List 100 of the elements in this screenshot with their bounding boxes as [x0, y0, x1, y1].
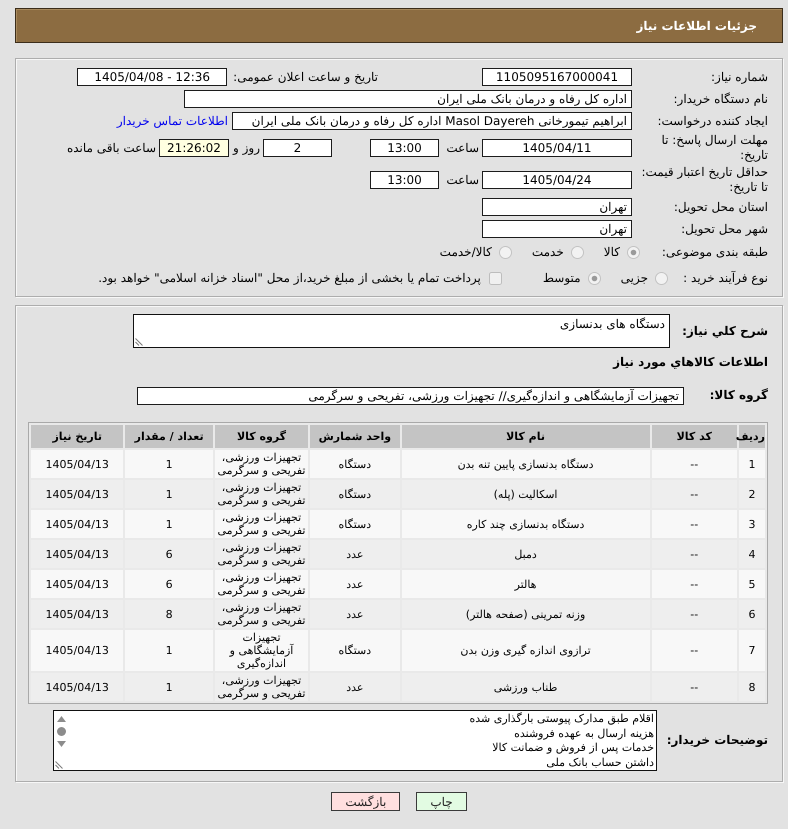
- field-label: مهلت ارسال پاسخ: تا تاریخ:: [660, 133, 768, 163]
- row-number-cell: 3: [738, 510, 765, 538]
- row-number-cell: 6: [738, 600, 765, 628]
- field-label: شهر محل تحویل:: [680, 222, 768, 236]
- item-name-cell: هالتر: [402, 570, 650, 598]
- note-line: داشتن حساب بانک ملی: [545, 756, 654, 770]
- contact-info-link[interactable]: اطلاعات تماس خریدار: [116, 114, 228, 128]
- note-line: هزینه ارسال به عهده فروشنده: [513, 726, 654, 741]
- days-label: روز و: [232, 141, 260, 155]
- time-label: ساعت: [445, 173, 479, 187]
- field-label: ایجاد کننده درخواست:: [656, 114, 768, 128]
- column-header: کد کالا: [652, 425, 737, 448]
- field-label: توضیحات خریدار:: [666, 733, 768, 748]
- quantity-cell: 6: [125, 570, 213, 598]
- item-group-cell: تجهیزات ورزشی، تفریحی و سرگرمی: [214, 450, 308, 478]
- field-label: نوع فرآیند خرید :: [682, 270, 768, 286]
- item-name-cell: دستگاه بدنسازی پایین تنه بدن: [402, 450, 650, 478]
- scroll-up-icon[interactable]: [57, 716, 66, 722]
- deadline-time-field: 13:00: [370, 139, 439, 157]
- buyer-name-field: اداره کل رفاه و درمان بانک ملی ایران: [184, 90, 632, 108]
- description-field[interactable]: دستگاه های بدنسازی: [133, 314, 670, 348]
- item-name-cell: دمبل: [402, 540, 650, 568]
- print-button[interactable]: چاپ: [416, 792, 467, 811]
- item-group-cell: تجهیزات ورزشی، تفریحی و سرگرمی: [214, 540, 308, 568]
- scroll-down-icon[interactable]: [57, 741, 66, 747]
- page-title: جزئیات اطلاعات نیاز: [636, 18, 757, 32]
- note-line: اقلام طبق مدارک پیوستی بارگذاری شده: [468, 712, 654, 726]
- need-date-cell: 1405/04/13: [31, 630, 124, 671]
- field-label: حداقل تاریخ اعتبار قیمت: تا تاریخ:: [640, 165, 768, 195]
- field-label: طبقه بندی موضوعی:: [660, 244, 768, 260]
- field-label: شرح کلي نياز:: [681, 324, 768, 338]
- unit-cell: دستگاه: [310, 480, 400, 508]
- city-field: تهران: [482, 220, 632, 238]
- field-label: شماره نیاز:: [710, 70, 768, 84]
- announcement-date-field: 1405/04/08 - 12:36: [77, 68, 228, 86]
- province-field: تهران: [482, 198, 632, 216]
- section-title: اطلاعات کالاهاي مورد نياز: [613, 355, 768, 369]
- item-name-cell: ترازوی اندازه گیری وزن بدن: [402, 630, 650, 671]
- column-header: ردیف: [738, 425, 765, 448]
- remaining-label: ساعت باقی مانده: [66, 141, 156, 155]
- item-code-cell: --: [652, 480, 737, 508]
- goods-group-field: تجهیزات آزمایشگاهی و اندازه‌گیری// تجهیزات ورزشی، تفریحی و سرگرمی: [137, 386, 684, 404]
- days-field: 2: [263, 139, 332, 157]
- column-header: نام کالا: [402, 425, 650, 448]
- quantity-cell: 8: [125, 600, 213, 628]
- quantity-cell: 1: [125, 450, 213, 478]
- item-group-cell: تجهیزات ورزشی، تفریحی و سرگرمی: [214, 480, 308, 508]
- item-group-cell: تجهیزات آزمایشگاهی و اندازه‌گیری: [214, 630, 308, 671]
- item-name-cell: دستگاه بدنسازی چند کاره: [402, 510, 650, 538]
- item-name-cell: طناب ورزشی: [402, 673, 650, 701]
- item-name-cell: اسکالیت (پله): [402, 480, 650, 508]
- deadline-date-field: 1405/04/11: [482, 139, 632, 157]
- unit-cell: عدد: [310, 600, 400, 628]
- field-label: گروه کالا:: [708, 388, 768, 403]
- item-group-cell: تجهیزات ورزشی، تفریحی و سرگرمی: [214, 510, 308, 538]
- item-code-cell: --: [652, 673, 737, 701]
- unit-cell: دستگاه: [310, 450, 400, 478]
- need-date-cell: 1405/04/13: [31, 540, 124, 568]
- column-header: گروه کالا: [214, 425, 308, 448]
- time-label: ساعت: [445, 141, 479, 155]
- need-date-cell: 1405/04/13: [31, 480, 124, 508]
- back-button[interactable]: بازگشت: [331, 792, 400, 811]
- item-name-cell: وزنه تمرینی (صفحه هالتر): [402, 600, 650, 628]
- need-date-cell: 1405/04/13: [31, 450, 124, 478]
- quantity-cell: 1: [125, 673, 213, 701]
- unit-cell: عدد: [310, 570, 400, 598]
- buyer-notes-field[interactable]: اقلام طبق مدارک پیوستی بارگذاری شده هزینه ارسال به عهده فروشنده خدمات پس از فروش و ضمانت کالا داشتن حساب بانک ملی: [53, 710, 657, 771]
- field-label: تاریخ و ساعت اعلان عمومی:: [233, 70, 378, 84]
- column-header: تعداد / مقدار: [125, 425, 213, 448]
- item-code-cell: --: [652, 600, 737, 628]
- item-code-cell: --: [652, 510, 737, 538]
- validity-date-field: 1405/04/24: [482, 171, 632, 189]
- quantity-cell: 6: [125, 540, 213, 568]
- item-code-cell: --: [652, 540, 737, 568]
- row-number-cell: 2: [738, 480, 765, 508]
- field-label: استان محل تحویل:: [672, 200, 768, 214]
- validity-time-field: 13:00: [370, 171, 439, 189]
- row-number-cell: 1: [738, 450, 765, 478]
- item-code-cell: --: [652, 570, 737, 598]
- row-number-cell: 8: [738, 673, 765, 701]
- column-header: تاریخ نیاز: [31, 425, 124, 448]
- need-number-field: 1105095167000041: [482, 68, 632, 86]
- unit-cell: عدد: [310, 540, 400, 568]
- unit-cell: دستگاه: [310, 630, 400, 671]
- item-group-cell: تجهیزات ورزشی، تفریحی و سرگرمی: [214, 600, 308, 628]
- need-date-cell: 1405/04/13: [31, 600, 124, 628]
- unit-cell: دستگاه: [310, 510, 400, 538]
- note-line: خدمات پس از فروش و ضمانت کالا: [491, 741, 654, 756]
- resize-grip-icon[interactable]: [135, 338, 143, 346]
- quantity-cell: 1: [125, 480, 213, 508]
- scroll-thumb-icon[interactable]: [57, 727, 66, 736]
- row-number-cell: 4: [738, 540, 765, 568]
- row-number-cell: 7: [738, 630, 765, 671]
- unit-cell: عدد: [310, 673, 400, 701]
- requester-field: ابراهیم تیمورخانی Masol Dayereh اداره کل رفاه و درمان بانک ملی ایران: [232, 112, 632, 130]
- quantity-cell: 1: [125, 630, 213, 671]
- field-label: نام دستگاه خریدار:: [672, 92, 768, 106]
- resize-grip-icon[interactable]: [55, 761, 63, 769]
- need-date-cell: 1405/04/13: [31, 570, 124, 598]
- need-date-cell: 1405/04/13: [31, 673, 124, 701]
